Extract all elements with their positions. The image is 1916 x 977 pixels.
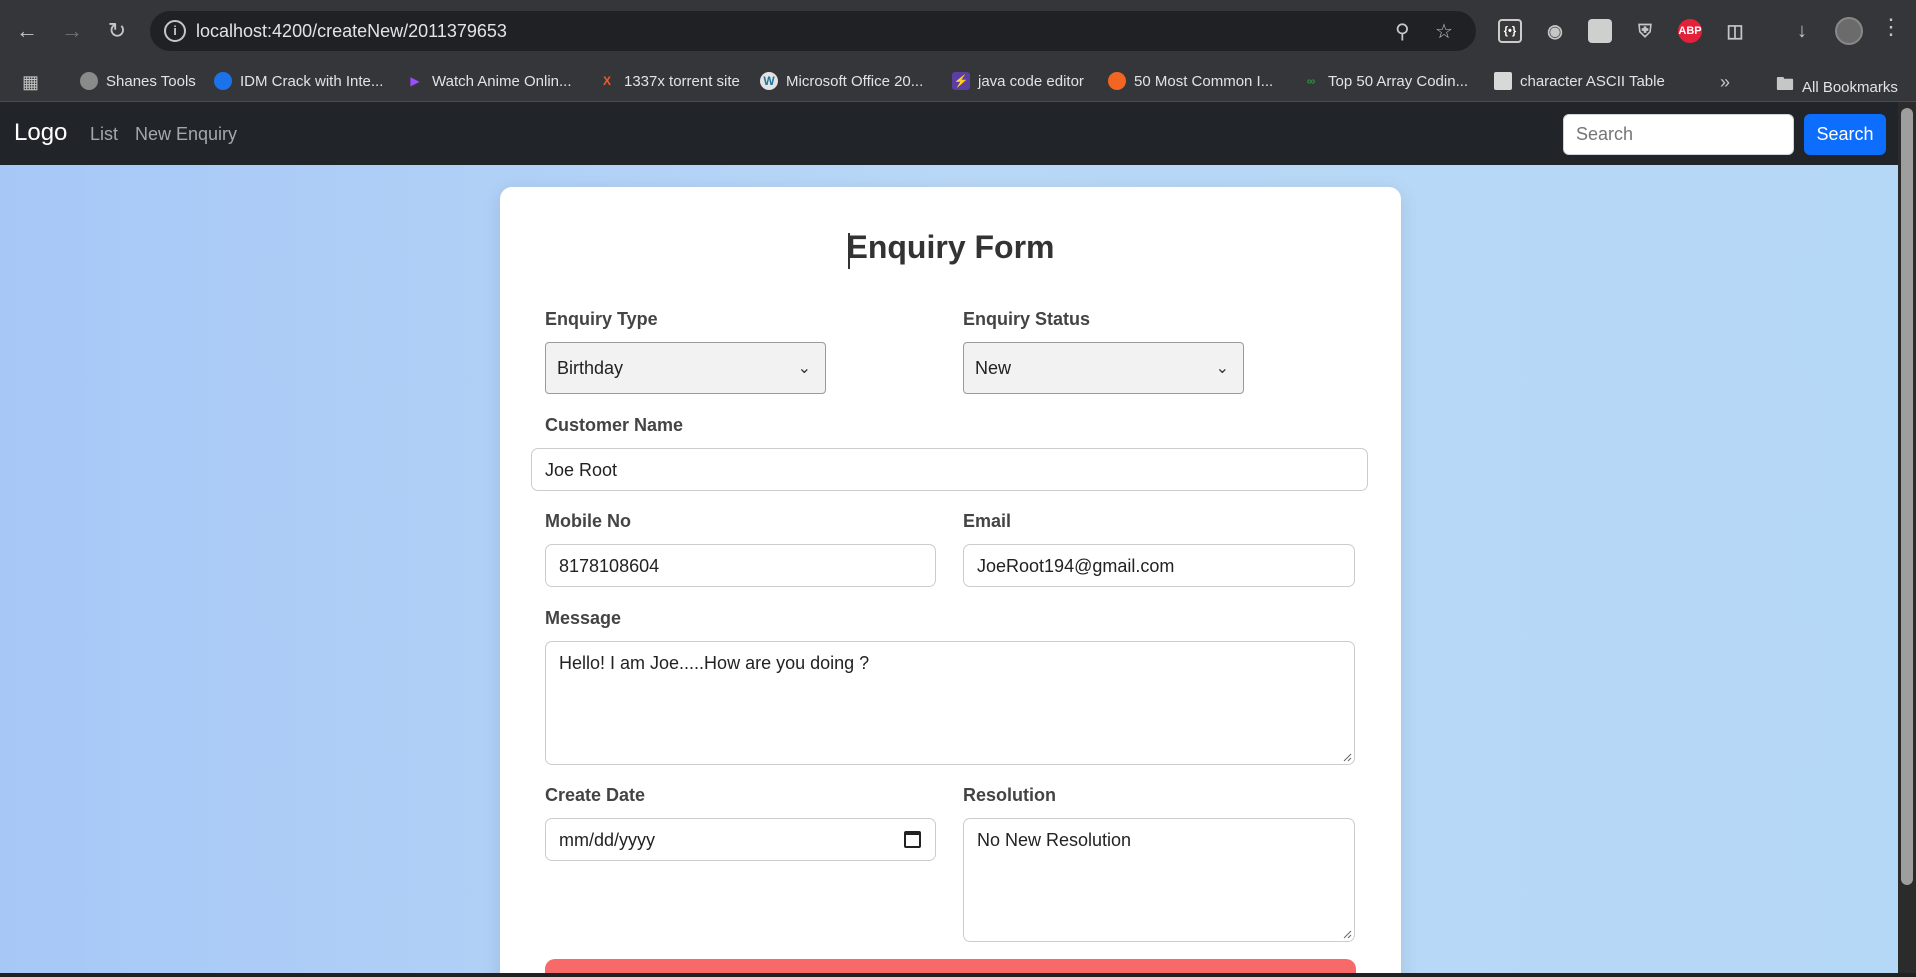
resolution-text: No New Resolution <box>977 830 1132 850</box>
page-viewport: Logo List New Enquiry Search Enquiry For… <box>0 102 1898 973</box>
app-navbar: Logo List New Enquiry Search <box>0 102 1898 165</box>
forward-arrow-icon[interactable]: → <box>55 14 89 48</box>
enquiry-form-card: Enquiry Form Enquiry Type Birthday ⌄ Enq… <box>500 187 1401 973</box>
download-icon[interactable]: ↓ <box>1790 19 1814 43</box>
navbar-brand[interactable]: Logo <box>14 119 67 147</box>
bookmark-item[interactable]: 50 Most Common I... <box>1108 72 1273 90</box>
mobile-no-label: Mobile No <box>545 511 631 531</box>
adblock-plus-icon[interactable]: ABP <box>1678 19 1702 43</box>
globe-icon <box>80 72 98 90</box>
resize-grip-icon[interactable] <box>1342 752 1352 762</box>
enquiry-type-label: Enquiry Type <box>545 309 658 329</box>
tag-assistant-icon[interactable]: {•} <box>1498 19 1522 43</box>
bookmark-item[interactable]: Shanes Tools <box>80 72 196 90</box>
bookmark-item[interactable]: ⚡ java code editor <box>952 72 1084 90</box>
resolution-label: Resolution <box>963 785 1056 805</box>
enquiry-status-value: New <box>975 358 1012 378</box>
bookmarks-bar: ▦ Shanes Tools IDM Crack with Inte... ▶ … <box>0 62 1916 102</box>
chevron-down-icon: ⌄ <box>797 360 811 377</box>
reload-icon[interactable]: ↻ <box>100 14 134 48</box>
enquiry-status-label: Enquiry Status <box>963 309 1091 329</box>
email-label: Email <box>963 511 1012 531</box>
more-bookmarks-chevron-icon[interactable]: » <box>1720 72 1730 93</box>
all-bookmarks[interactable]: 🖿 All Bookmarks <box>1776 72 1898 102</box>
camera-icon[interactable]: ◉ <box>1543 19 1567 43</box>
customer-name-input[interactable]: Joe Root <box>531 448 1368 491</box>
folder-icon: 🖿 <box>1776 74 1794 94</box>
apps-grid-icon[interactable]: ▦ <box>22 72 39 93</box>
text-caret <box>848 233 850 269</box>
enquiry-type-value: Birthday <box>557 358 624 378</box>
navbar-search-input[interactable] <box>1563 114 1794 155</box>
create-date-label: Create Date <box>545 785 646 805</box>
window-bottom-edge <box>0 973 1916 977</box>
chevron-down-icon: ⌄ <box>1215 360 1229 377</box>
address-bar[interactable]: i localhost:4200/createNew/2011379653 ⚲ … <box>150 11 1476 51</box>
address-url[interactable]: localhost:4200/createNew/2011379653 <box>196 21 507 42</box>
resize-grip-icon[interactable] <box>1342 929 1352 939</box>
site-info-icon[interactable]: i <box>164 20 186 42</box>
email-input[interactable]: JoeRoot194@gmail.com <box>963 544 1355 587</box>
navbar-search-button[interactable]: Search <box>1804 114 1886 155</box>
message-label: Message <box>545 608 622 628</box>
calendar-icon[interactable] <box>904 831 921 848</box>
message-textarea[interactable]: Hello! I am Joe.....How are you doing ? <box>545 641 1355 765</box>
create-date-placeholder: mm/dd/yyyy <box>559 830 656 850</box>
profile-avatar[interactable] <box>1835 17 1863 45</box>
bookmark-item[interactable]: ∞ Top 50 Array Codin... <box>1302 72 1468 90</box>
more-menu-icon[interactable]: ⋮ <box>1880 14 1902 40</box>
enquiry-type-select[interactable]: Birthday ⌄ <box>545 342 826 394</box>
nav-link-new-enquiry[interactable]: New Enquiry <box>135 124 237 145</box>
gfg-icon: ∞ <box>1306 74 1316 88</box>
nav-link-list[interactable]: List <box>90 124 118 145</box>
puzzle-icon[interactable]: ◫ <box>1723 19 1747 43</box>
page-scrollbar[interactable] <box>1898 102 1916 973</box>
shield-icon[interactable]: ⛨ <box>1633 19 1657 43</box>
bookmark-star-icon[interactable]: ☆ <box>1435 19 1453 44</box>
wordpress-icon: W <box>760 72 778 90</box>
torrent-x-icon: X <box>602 74 611 88</box>
bookmark-item[interactable]: IDM Crack with Inte... <box>214 72 383 90</box>
play-icon: ▶ <box>410 74 420 88</box>
bookmark-item[interactable]: X 1337x torrent site <box>598 72 740 90</box>
enquiry-status-select[interactable]: New ⌄ <box>963 342 1244 394</box>
bookmark-item[interactable]: ▶ Watch Anime Onlin... <box>406 72 571 90</box>
form-title: Enquiry Form <box>846 229 1055 265</box>
bookmark-item[interactable]: character ASCII Table <box>1494 72 1665 90</box>
create-date-input[interactable]: mm/dd/yyyy <box>545 818 936 861</box>
mobile-no-input[interactable]: 8178108604 <box>545 544 936 587</box>
idm-icon <box>214 72 232 90</box>
scrollbar-thumb[interactable] <box>1901 108 1913 885</box>
customer-name-label: Customer Name <box>545 415 684 435</box>
cube-icon[interactable] <box>1588 19 1612 43</box>
message-text: Hello! I am Joe.....How are you doing ? <box>559 653 870 673</box>
submit-button[interactable] <box>545 959 1356 973</box>
bolt-icon: ⚡ <box>952 72 970 90</box>
ascii-icon <box>1494 72 1512 90</box>
bookmark-item[interactable]: W Microsoft Office 20... <box>760 72 923 90</box>
back-arrow-icon[interactable]: ← <box>10 14 44 48</box>
resolution-textarea[interactable]: No New Resolution <box>963 818 1355 942</box>
leetcode-icon <box>1108 72 1126 90</box>
browser-toolbar: ← → ↻ i localhost:4200/createNew/2011379… <box>0 0 1916 62</box>
zoom-icon[interactable]: ⚲ <box>1395 19 1410 44</box>
